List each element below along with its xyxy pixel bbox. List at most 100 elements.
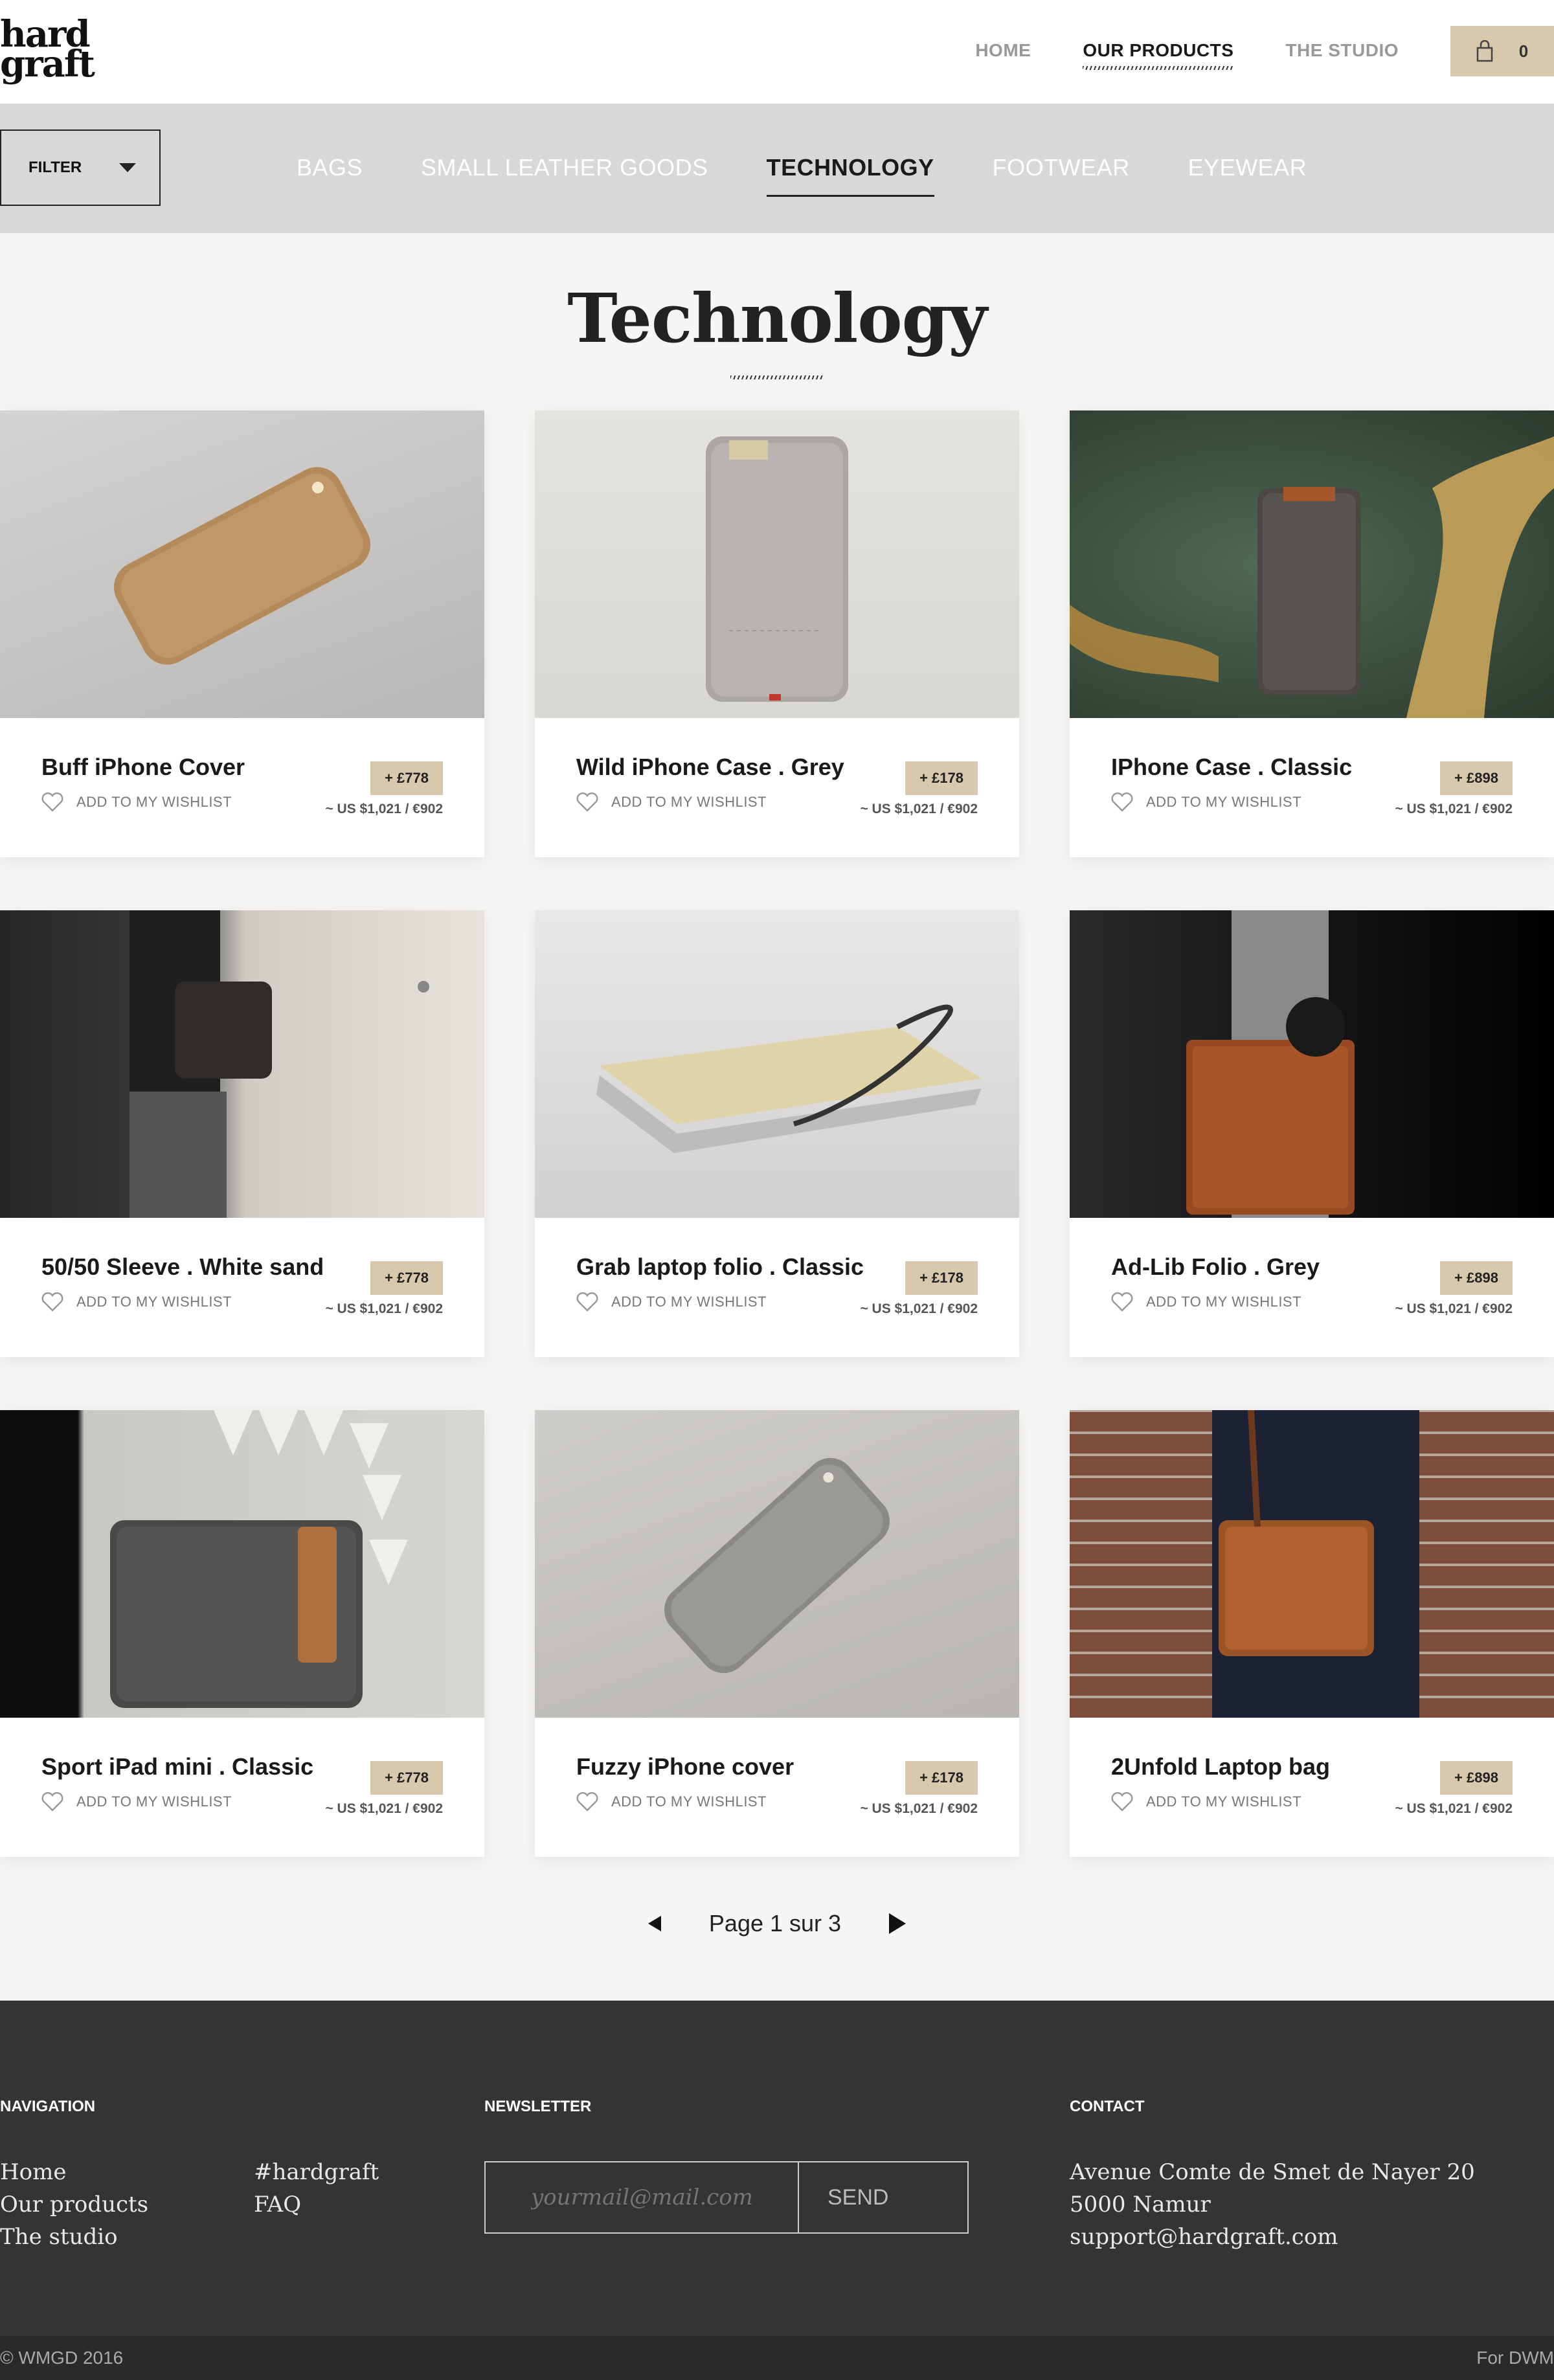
wishlist-button[interactable]: ADD TO MY WISHLIST bbox=[576, 792, 767, 812]
footer-link-home[interactable]: Home bbox=[0, 2156, 148, 2188]
heart-icon bbox=[1111, 792, 1133, 812]
wishlist-label: ADD TO MY WISHLIST bbox=[76, 1793, 232, 1810]
tab-technology[interactable]: TECHNOLOGY bbox=[766, 154, 934, 197]
product-card[interactable]: Grab laptop folio . Classic ADD TO MY WI… bbox=[535, 910, 1019, 1357]
footer-link-hashtag[interactable]: #hardgraft bbox=[254, 2156, 379, 2188]
product-name[interactable]: IPhone Case . Classic bbox=[1111, 754, 1352, 781]
contact-address: Avenue Comte de Smet de Nayer 20 5000 Na… bbox=[1070, 2159, 1475, 2217]
top-nav: HOME OUR PRODUCTS THE STUDIO bbox=[975, 40, 1399, 70]
contact-heading: CONTACT bbox=[1070, 2098, 1145, 2115]
product-image[interactable] bbox=[0, 1410, 484, 1718]
footer-link-faq[interactable]: FAQ bbox=[254, 2188, 379, 2221]
heart-icon bbox=[41, 792, 63, 812]
pagination: Page 1 sur 3 bbox=[0, 1910, 1554, 1937]
wishlist-button[interactable]: ADD TO MY WISHLIST bbox=[1111, 792, 1301, 812]
product-card[interactable]: IPhone Case . Classic ADD TO MY WISHLIST… bbox=[1070, 410, 1554, 857]
wishlist-button[interactable]: ADD TO MY WISHLIST bbox=[1111, 1292, 1301, 1312]
tab-small-leather-goods[interactable]: SMALL LEATHER GOODS bbox=[421, 154, 708, 197]
hardgraft-logo[interactable]: hard graft bbox=[0, 16, 110, 85]
price-badge: + £178 bbox=[905, 1761, 978, 1795]
site-header: hard graft HOME OUR PRODUCTS THE STUDIO … bbox=[0, 0, 1554, 104]
wishlist-label: ADD TO MY WISHLIST bbox=[1146, 794, 1302, 810]
footer-nav-col-2: #hardgraft FAQ bbox=[254, 2156, 379, 2221]
product-name[interactable]: Fuzzy iPhone cover bbox=[576, 1753, 794, 1780]
nav-the-studio[interactable]: THE STUDIO bbox=[1285, 40, 1399, 70]
product-image[interactable] bbox=[1070, 1410, 1554, 1718]
heart-icon bbox=[41, 1792, 63, 1812]
product-name[interactable]: Buff iPhone Cover bbox=[41, 754, 245, 781]
newsletter-heading: NEWSLETTER bbox=[484, 2098, 592, 2115]
wishlist-button[interactable]: ADD TO MY WISHLIST bbox=[1111, 1792, 1301, 1812]
product-image[interactable] bbox=[0, 410, 484, 718]
product-name[interactable]: 2Unfold Laptop bag bbox=[1111, 1753, 1330, 1780]
cart-button[interactable]: 0 bbox=[1450, 26, 1554, 76]
footer-link-our-products[interactable]: Our products bbox=[0, 2188, 148, 2221]
product-image[interactable] bbox=[535, 910, 1019, 1218]
contact-info: Avenue Comte de Smet de Nayer 20 5000 Na… bbox=[1070, 2156, 1536, 2253]
filter-dropdown[interactable]: FILTER bbox=[0, 129, 161, 206]
credit-link[interactable]: For DWM bbox=[1476, 2348, 1554, 2368]
product-name[interactable]: Grab laptop folio . Classic bbox=[576, 1253, 864, 1281]
logo-line-2: graft bbox=[0, 43, 95, 85]
contact-email[interactable]: support@hardgraft.com bbox=[1070, 2221, 1536, 2253]
heart-icon bbox=[576, 792, 598, 812]
wishlist-label: ADD TO MY WISHLIST bbox=[1146, 1793, 1302, 1810]
price-badge: + £778 bbox=[370, 761, 443, 795]
footer-link-the-studio[interactable]: The studio bbox=[0, 2221, 148, 2253]
wishlist-label: ADD TO MY WISHLIST bbox=[76, 794, 232, 810]
price-badge: + £898 bbox=[1440, 1261, 1513, 1295]
product-name[interactable]: Ad-Lib Folio . Grey bbox=[1111, 1253, 1320, 1281]
product-name[interactable]: 50/50 Sleeve . White sand bbox=[41, 1253, 324, 1281]
product-image[interactable] bbox=[0, 910, 484, 1218]
nav-our-products[interactable]: OUR PRODUCTS bbox=[1083, 40, 1234, 70]
alt-price: ~ US $1,021 / €902 bbox=[325, 1801, 443, 1816]
product-card[interactable]: 50/50 Sleeve . White sand ADD TO MY WISH… bbox=[0, 910, 484, 1357]
wishlist-button[interactable]: ADD TO MY WISHLIST bbox=[41, 1792, 232, 1812]
copyright: © WMGD 2016 bbox=[0, 2348, 124, 2368]
price-badge: + £178 bbox=[905, 1261, 978, 1295]
wishlist-label: ADD TO MY WISHLIST bbox=[611, 794, 767, 810]
alt-price: ~ US $1,021 / €902 bbox=[860, 1301, 978, 1316]
newsletter-email-input[interactable] bbox=[486, 2162, 799, 2232]
heart-icon bbox=[576, 1292, 598, 1312]
product-card[interactable]: Fuzzy iPhone cover ADD TO MY WISHLIST + … bbox=[535, 1410, 1019, 1857]
next-page-icon[interactable] bbox=[889, 1913, 906, 1934]
product-card[interactable]: Wild iPhone Case . Grey ADD TO MY WISHLI… bbox=[535, 410, 1019, 857]
product-card[interactable]: 2Unfold Laptop bag ADD TO MY WISHLIST + … bbox=[1070, 1410, 1554, 1857]
footer-nav-heading: NAVIGATION bbox=[0, 2098, 96, 2115]
product-image[interactable] bbox=[535, 410, 1019, 718]
alt-price: ~ US $1,021 / €902 bbox=[1395, 1801, 1513, 1816]
product-name[interactable]: Wild iPhone Case . Grey bbox=[576, 754, 844, 781]
wishlist-label: ADD TO MY WISHLIST bbox=[611, 1294, 767, 1310]
product-name[interactable]: Sport iPad mini . Classic bbox=[41, 1753, 313, 1780]
category-bar: FILTER BAGS SMALL LEATHER GOODS TECHNOLO… bbox=[0, 104, 1554, 233]
tab-footwear[interactable]: FOOTWEAR bbox=[993, 154, 1130, 197]
shopping-bag-icon bbox=[1476, 40, 1493, 62]
product-card[interactable]: Sport iPad mini . Classic ADD TO MY WISH… bbox=[0, 1410, 484, 1857]
alt-price: ~ US $1,021 / €902 bbox=[325, 1301, 443, 1316]
tab-eyewear[interactable]: EYEWEAR bbox=[1188, 154, 1307, 197]
wishlist-button[interactable]: ADD TO MY WISHLIST bbox=[41, 1292, 232, 1312]
wishlist-button[interactable]: ADD TO MY WISHLIST bbox=[576, 1292, 767, 1312]
heart-icon bbox=[1111, 1792, 1133, 1812]
product-image[interactable] bbox=[1070, 410, 1554, 718]
caret-down-icon bbox=[119, 163, 136, 172]
heart-icon bbox=[576, 1792, 598, 1812]
alt-price: ~ US $1,021 / €902 bbox=[1395, 802, 1513, 816]
wishlist-button[interactable]: ADD TO MY WISHLIST bbox=[41, 792, 232, 812]
tab-bags[interactable]: BAGS bbox=[297, 154, 363, 197]
product-image[interactable] bbox=[535, 1410, 1019, 1718]
alt-price: ~ US $1,021 / €902 bbox=[325, 802, 443, 816]
product-card[interactable]: Ad-Lib Folio . Grey ADD TO MY WISHLIST +… bbox=[1070, 910, 1554, 1357]
alt-price: ~ US $1,021 / €902 bbox=[1395, 1301, 1513, 1316]
nav-home[interactable]: HOME bbox=[975, 40, 1031, 70]
footer-nav-col-1: Home Our products The studio bbox=[0, 2156, 148, 2253]
filter-label: FILTER bbox=[28, 159, 82, 176]
product-card[interactable]: Buff iPhone Cover ADD TO MY WISHLIST + £… bbox=[0, 410, 484, 857]
previous-page-icon[interactable] bbox=[648, 1916, 661, 1931]
product-image[interactable] bbox=[1070, 910, 1554, 1218]
wishlist-button[interactable]: ADD TO MY WISHLIST bbox=[576, 1792, 767, 1812]
newsletter-send-button[interactable]: SEND bbox=[799, 2162, 967, 2232]
footer-bottom-bar: © WMGD 2016 For DWM bbox=[0, 2336, 1554, 2380]
price-badge: + £178 bbox=[905, 761, 978, 795]
